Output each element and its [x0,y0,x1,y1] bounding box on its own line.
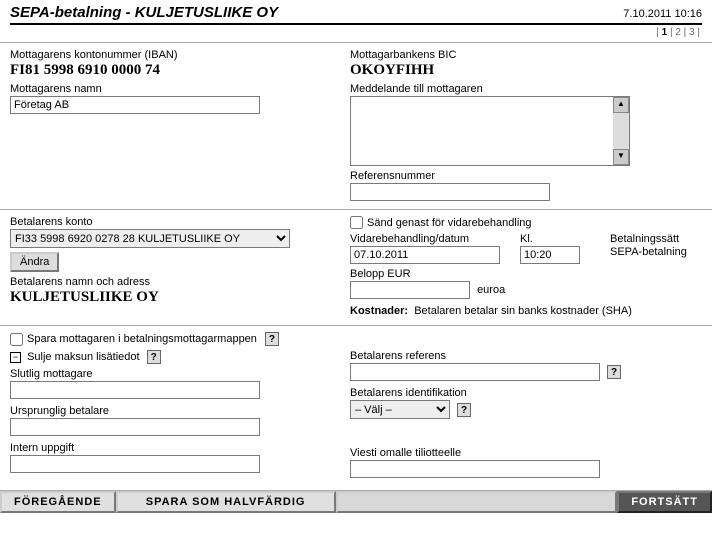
original-payer-input[interactable] [10,418,260,436]
own-statement-msg-input[interactable] [350,460,600,478]
page-3[interactable]: 3 [689,27,695,38]
page-2[interactable]: 2 [675,27,681,38]
help-icon[interactable]: ? [147,350,161,364]
costs-label: Kostnader: [350,305,408,317]
amount-input[interactable] [350,281,470,299]
processing-time-input[interactable] [520,246,580,264]
payer-reference-input[interactable] [350,363,600,381]
recipient-name-input[interactable] [10,96,260,114]
recipient-bic-label: Mottagarbankens BIC [350,49,702,61]
help-icon[interactable]: ? [457,403,471,417]
own-statement-msg-label: Viesti omalle tiliotteelle [350,447,702,459]
reference-number-label: Referensnummer [350,170,702,182]
continue-button[interactable]: FORTSÄTT [617,491,712,513]
help-icon[interactable]: ? [607,365,621,379]
payer-name: KULJETUSLIIKE OY [10,289,340,306]
recipient-message-textarea[interactable]: ▲ ▼ [350,96,630,166]
recipient-iban: FI81 5998 6910 0000 74 [10,62,340,79]
payer-identification-label: Betalarens identifikation [350,387,702,399]
processing-date-label: Vidarebehandling/datum [350,233,500,245]
amount-suffix: euroa [477,284,505,296]
payer-name-label: Betalarens namn och adress [10,276,340,288]
payer-account-label: Betalarens konto [10,216,340,228]
recipient-bic: OKOYFIHH [350,62,702,79]
collapse-icon[interactable]: − [10,352,21,363]
send-now-label: Sänd genast för vidarebehandling [367,217,532,229]
final-recipient-input[interactable] [10,381,260,399]
scroll-up-icon[interactable]: ▲ [613,97,629,113]
previous-button[interactable]: FÖREGÅENDE [0,491,116,513]
scrollbar[interactable]: ▲ ▼ [613,97,629,165]
payer-reference-label: Betalarens referens [350,350,702,362]
costs-text: Betalaren betalar sin banks kostnader (S… [414,305,632,317]
page-1[interactable]: 1 [662,27,668,38]
save-recipient-checkbox[interactable] [10,333,23,346]
amount-label: Belopp EUR [350,268,702,280]
payment-method-label: Betalningssätt [610,233,687,245]
original-payer-label: Ursprunglig betalare [10,405,340,417]
processing-date-input[interactable] [350,246,500,264]
save-draft-button[interactable]: SPARA SOM HALVFÄRDIG [116,491,336,513]
recipient-name-label: Mottagarens namn [10,83,340,95]
internal-info-label: Intern uppgift [10,442,340,454]
recipient-iban-label: Mottagarens kontonummer (IBAN) [10,49,340,61]
pager: | 1 | 2 | 3 | [0,25,712,42]
scroll-down-icon[interactable]: ▼ [613,149,629,165]
send-now-checkbox[interactable] [350,216,363,229]
page-title: SEPA-betalning - KULJETUSLIIKE OY [10,4,278,21]
help-icon[interactable]: ? [265,332,279,346]
change-account-button[interactable]: Ändra [10,252,59,272]
collapse-details-label: Sulje maksun lisätiedot [27,351,140,363]
internal-info-input[interactable] [10,455,260,473]
final-recipient-label: Slutlig mottagare [10,368,340,380]
reference-number-input[interactable] [350,183,550,201]
payer-account-select[interactable]: FI33 5998 6920 0278 28 KULJETUSLIIKE OY [10,229,290,248]
recipient-message-label: Meddelande till mottagaren [350,83,702,95]
payer-identification-select[interactable]: – Välj – [350,400,450,419]
save-recipient-label: Spara mottagaren i betalningsmottagarmap… [27,333,257,345]
footer-spacer [336,491,618,513]
payment-method-value: SEPA-betalning [610,246,687,258]
page-datetime: 7.10.2011 10:16 [623,8,702,20]
processing-time-label: Kl. [520,233,590,245]
